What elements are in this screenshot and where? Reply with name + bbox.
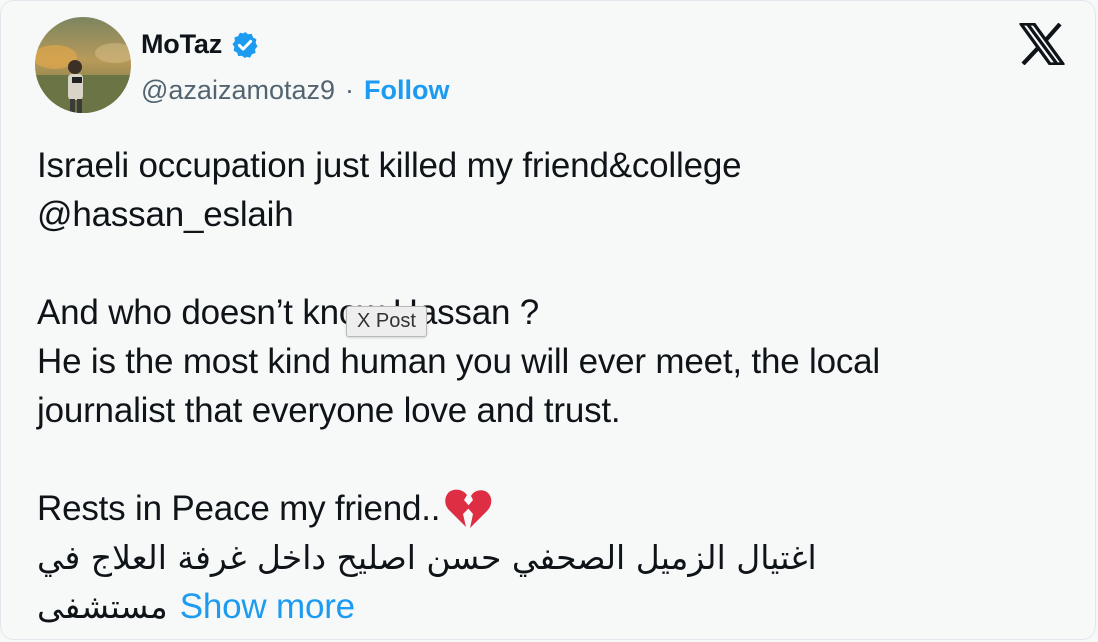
post-text: Israeli occupation just killed my friend… — [37, 141, 1077, 631]
avatar-photo — [35, 17, 131, 113]
broken-heart-icon — [445, 489, 492, 528]
post-line: journalist that everyone love and trust. — [37, 391, 621, 430]
x-logo-icon[interactable] — [1019, 23, 1065, 65]
follow-button[interactable]: Follow — [364, 75, 449, 106]
tooltip: X Post — [346, 306, 427, 337]
verified-badge-icon — [232, 31, 258, 58]
mention-link[interactable]: @hassan_eslaih — [37, 190, 1077, 239]
post-line: He is the most kind human you will ever … — [37, 342, 880, 381]
post-line: Israeli occupation just killed my friend… — [37, 146, 742, 185]
author-handle[interactable]: @azaizamotaz9 — [141, 75, 335, 106]
post-card: MoTaz @azaizamotaz9 · Follow Israeli occ… — [0, 0, 1096, 640]
author-name[interactable]: MoTaz — [141, 29, 222, 60]
show-more-link[interactable]: Show more — [180, 582, 355, 631]
separator-dot: · — [345, 75, 354, 105]
avatar[interactable] — [35, 17, 131, 113]
post-line: Rests in Peace my friend.. — [37, 489, 441, 528]
arabic-line: اغتيال الزميل الصحفي حسن اصليح داخل غرفة… — [37, 538, 817, 577]
post-line: And who doesn’t know Hassan ? — [37, 293, 540, 332]
arabic-line: مستشفى — [37, 587, 168, 626]
